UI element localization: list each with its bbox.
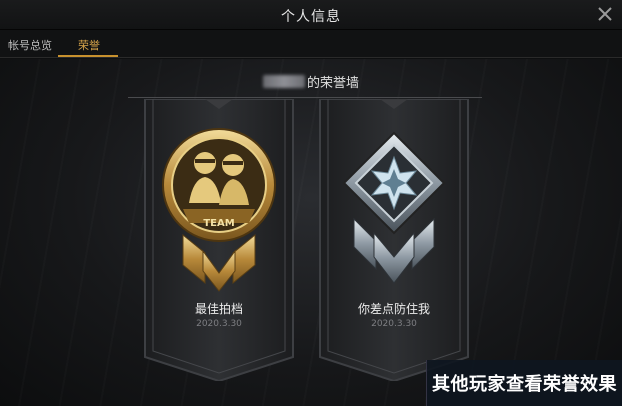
tab-bar: 帐号总览 荣誉	[0, 30, 622, 58]
caption-overlay: 其他玩家查看荣誉效果	[426, 360, 622, 406]
honor-wall-title: 的荣誉墙	[0, 72, 622, 91]
active-tab-indicator	[58, 55, 118, 57]
tab-honor[interactable]: 荣誉	[78, 37, 100, 53]
badge-card-best-partner[interactable]: TEAM 最佳拍档 2020.3.30	[143, 99, 295, 381]
badge-name: 最佳拍档	[194, 302, 243, 316]
title-bar: 个人信息	[0, 0, 622, 30]
team-badge-label: TEAM	[203, 218, 235, 229]
blurred-player-name	[262, 75, 305, 88]
badge-date: 2020.3.30	[196, 319, 242, 329]
caption-text: 其他玩家查看荣誉效果	[432, 374, 617, 395]
badge-date: 2020.3.30	[371, 319, 417, 329]
honor-wall-title-text: 的荣誉墙	[306, 76, 359, 91]
honor-panel: 的荣誉墙 TEAM 最佳拍档 2020.3.30 你差点防住我 2020.3.3…	[0, 59, 622, 406]
window-title: 个人信息	[281, 9, 341, 25]
badge-card-almost-defended[interactable]: 你差点防住我 2020.3.30	[318, 99, 470, 381]
team-badge-icon	[162, 128, 276, 292]
title-divider	[128, 97, 482, 98]
star-badge-icon	[342, 131, 446, 284]
tab-account-overview[interactable]: 帐号总览	[8, 37, 52, 53]
badge-name: 你差点防住我	[357, 302, 430, 316]
close-icon[interactable]	[596, 5, 614, 23]
background-rays	[0, 59, 622, 406]
